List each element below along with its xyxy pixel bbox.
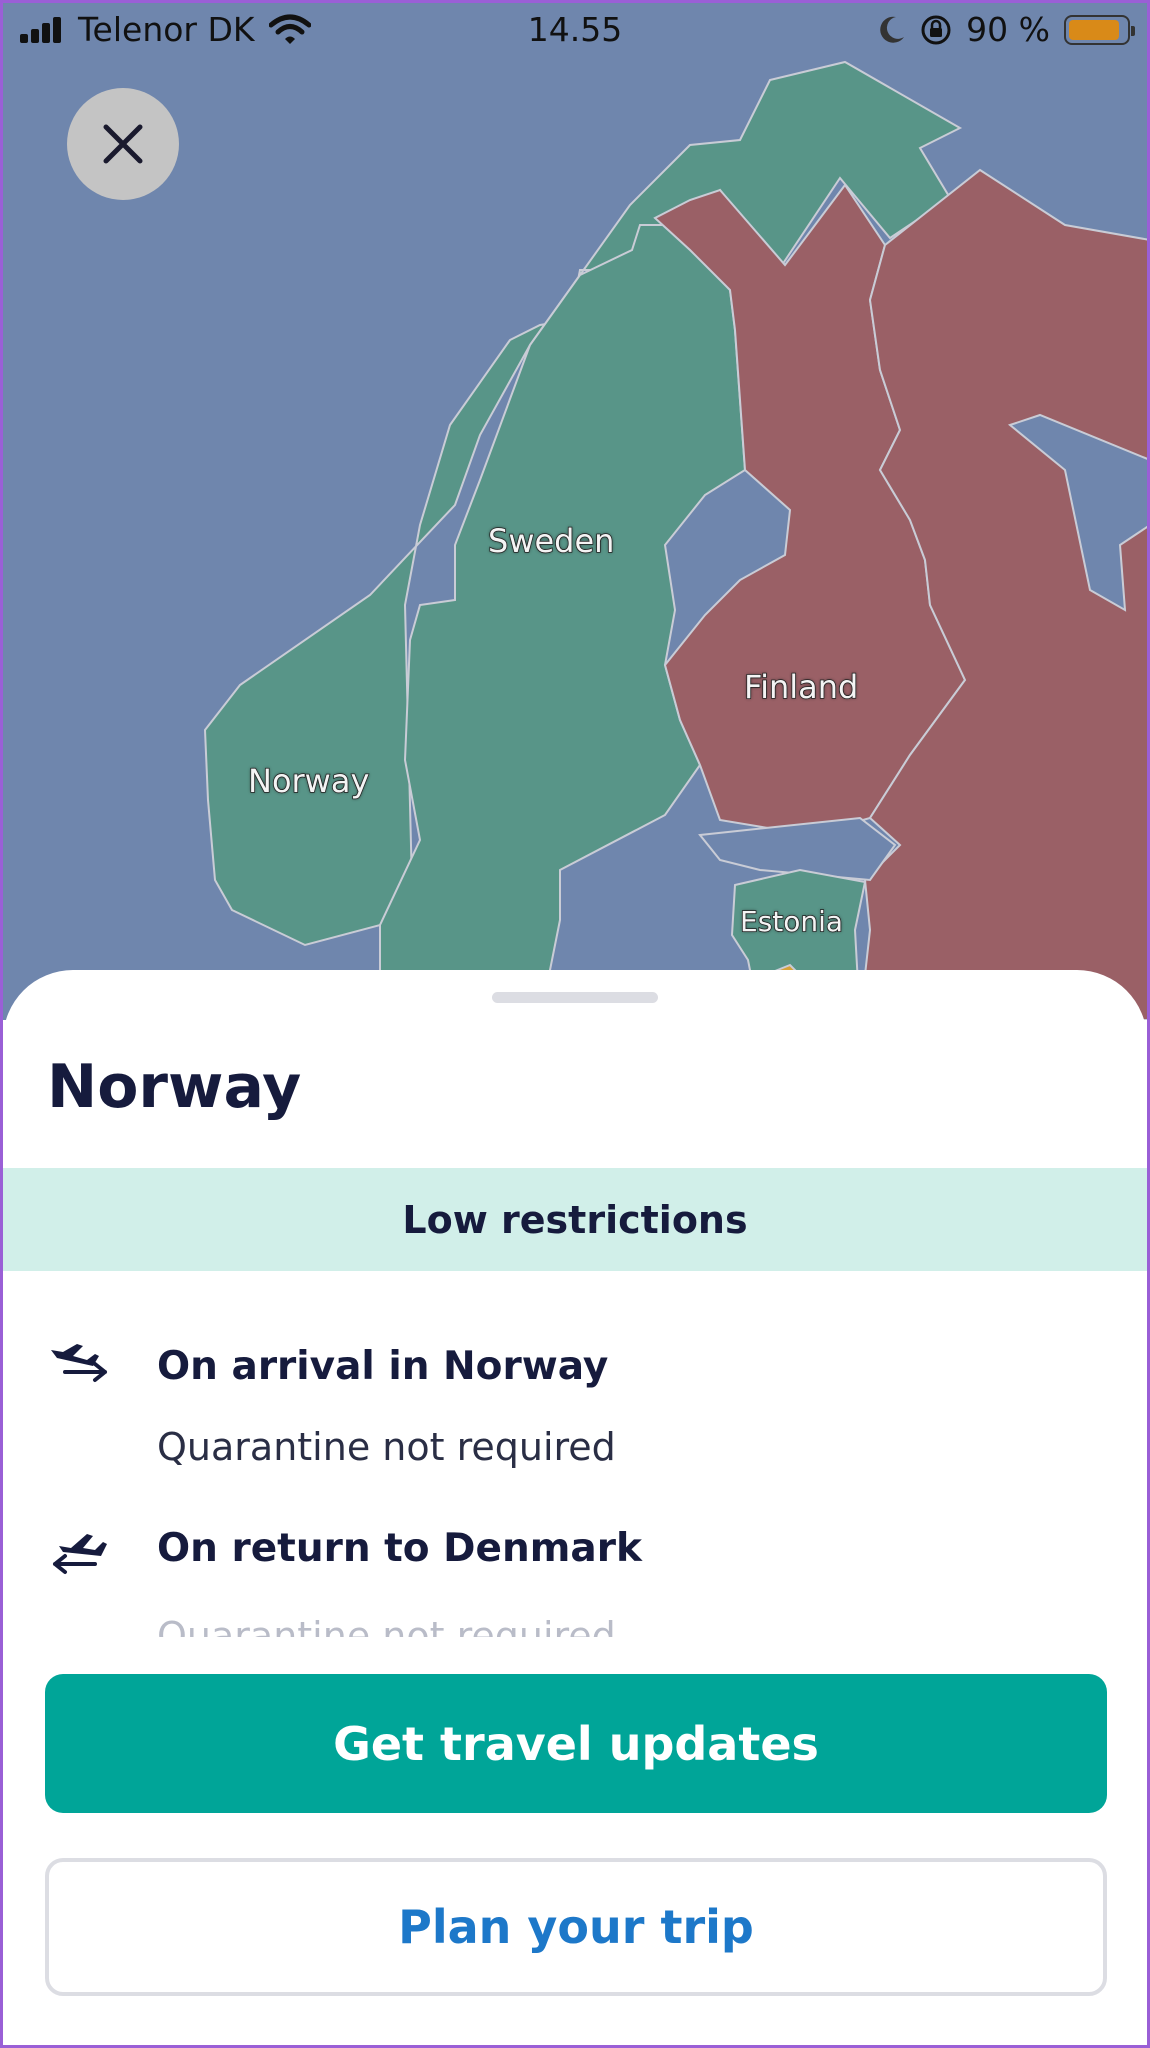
status-bar: Telenor DK 14.55 90 % [0, 0, 1150, 60]
moon-icon [880, 16, 905, 43]
arrival-detail: Quarantine not required [157, 1425, 616, 1469]
airplane-departure-icon [53, 1534, 107, 1574]
sheet-drag-handle[interactable] [492, 992, 658, 1003]
arrival-title: On arrival in Norway [157, 1343, 609, 1389]
plan-your-trip-button[interactable]: Plan your trip [45, 1858, 1107, 1996]
airplane-arrival-icon [51, 1344, 107, 1382]
return-detail-clipped: Quarantine not required [157, 1613, 857, 1637]
close-button[interactable] [67, 88, 179, 200]
country-details-sheet[interactable]: Norway Low restrictions On arrival in No… [3, 970, 1147, 2048]
battery-fill [1069, 19, 1120, 40]
return-title: On return to Denmark [157, 1525, 642, 1571]
return-detail: Quarantine not required [157, 1614, 616, 1637]
close-icon [103, 124, 143, 164]
get-travel-updates-button[interactable]: Get travel updates [45, 1674, 1107, 1813]
map-label-norway[interactable]: Norway [247, 761, 370, 801]
arrival-info-row: On arrival in Norway [47, 1338, 608, 1394]
map-label-finland[interactable]: Finland [743, 667, 859, 707]
country-title: Norway [47, 1052, 302, 1122]
battery-icon [1064, 14, 1135, 45]
rotation-lock-icon [921, 15, 951, 44]
restriction-level-banner: Low restrictions [3, 1168, 1147, 1271]
map-region-sweden[interactable] [379, 224, 747, 1020]
battery-percent: 90 % [966, 10, 1050, 49]
return-info-row: On return to Denmark [47, 1520, 642, 1576]
map-label-sweden[interactable]: Sweden [487, 521, 615, 561]
status-right: 90 % [878, 10, 1135, 49]
map-label-estonia[interactable]: Estonia [739, 904, 844, 939]
